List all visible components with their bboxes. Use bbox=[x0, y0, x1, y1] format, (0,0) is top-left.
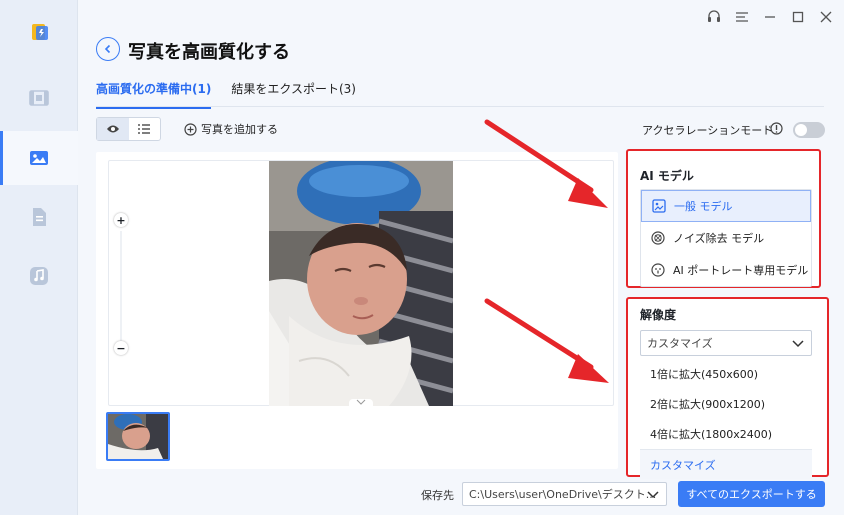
resolution-select[interactable]: カスタマイズ bbox=[640, 330, 812, 356]
tab-divider bbox=[96, 106, 824, 107]
collapse-thumbnails-handle[interactable] bbox=[349, 399, 373, 407]
zoom-out-button[interactable]: − bbox=[114, 341, 128, 355]
save-location-select[interactable]: C:\Users\user\OneDrive\デスクト... bbox=[462, 482, 667, 506]
ai-model-panel: AI モデル 一般 モデル ノイズ除去 モデル AI ポートレート専用モデル bbox=[626, 149, 821, 288]
save-path-value: C:\Users\user\OneDrive\デスクト... bbox=[469, 488, 657, 501]
chevron-down-icon bbox=[647, 491, 659, 499]
chevron-down-icon bbox=[356, 399, 366, 405]
ai-model-title: AI モデル bbox=[640, 169, 694, 183]
app-logo-icon bbox=[30, 22, 50, 42]
zoom-in-button[interactable]: + bbox=[114, 213, 128, 227]
headset-icon[interactable] bbox=[706, 9, 722, 25]
resolution-option-1x[interactable]: 1倍に拡大(450x600) bbox=[640, 359, 812, 389]
model-label: AI ポートレート専用モデル bbox=[673, 264, 809, 277]
model-label: 一般 モデル bbox=[674, 200, 733, 213]
close-icon[interactable] bbox=[818, 9, 834, 25]
list-icon bbox=[138, 124, 151, 134]
preview-view-button[interactable] bbox=[97, 118, 129, 140]
acceleration-mode-label: アクセラレーションモード bbox=[642, 124, 774, 137]
sidebar bbox=[0, 0, 78, 515]
maximize-icon[interactable] bbox=[790, 9, 806, 25]
view-toggle bbox=[96, 117, 161, 141]
tab-preparing[interactable]: 高画質化の準備中(1) bbox=[96, 80, 212, 109]
preview-panel: + − bbox=[96, 152, 618, 469]
resolution-options: 1倍に拡大(450x600) 2倍に拡大(900x1200) 4倍に拡大(180… bbox=[640, 359, 812, 479]
back-button[interactable] bbox=[96, 37, 120, 61]
chevron-down-icon bbox=[792, 340, 804, 348]
sidebar-item-video[interactable] bbox=[0, 71, 78, 125]
sidebar-item-audio[interactable] bbox=[0, 249, 78, 303]
document-icon bbox=[33, 208, 46, 226]
add-photo-label: 写真を追加する bbox=[201, 123, 278, 136]
image-icon bbox=[652, 199, 666, 213]
acceleration-mode-toggle[interactable] bbox=[793, 122, 825, 138]
page-title: 写真を高画質化する bbox=[128, 42, 290, 63]
resolution-option-4x[interactable]: 4倍に拡大(1800x2400) bbox=[640, 419, 812, 449]
zoom-slider[interactable] bbox=[120, 231, 122, 341]
photo-thumbnail[interactable] bbox=[106, 412, 170, 461]
film-icon bbox=[29, 90, 49, 106]
model-option-denoise[interactable]: ノイズ除去 モデル bbox=[641, 222, 811, 254]
sidebar-item-photo[interactable] bbox=[0, 131, 78, 185]
main-area: 写真を高画質化する 高画質化の準備中(1) 結果をエクスポート(3) 写真を追加… bbox=[78, 0, 844, 515]
resolution-selected-value: カスタマイズ bbox=[647, 337, 713, 350]
menu-icon[interactable] bbox=[734, 9, 750, 25]
window-controls bbox=[706, 9, 834, 25]
model-label: ノイズ除去 モデル bbox=[673, 232, 765, 245]
preview-canvas: + − bbox=[108, 160, 614, 407]
info-icon[interactable] bbox=[770, 122, 783, 138]
resolution-option-2x[interactable]: 2倍に拡大(900x1200) bbox=[640, 389, 812, 419]
chevron-left-icon bbox=[104, 44, 111, 54]
save-location-label: 保存先 bbox=[421, 489, 454, 502]
photo-icon bbox=[30, 151, 48, 165]
list-view-button[interactable] bbox=[129, 118, 161, 140]
model-option-portrait[interactable]: AI ポートレート専用モデル bbox=[641, 254, 811, 286]
music-icon bbox=[30, 267, 48, 285]
portrait-icon bbox=[651, 263, 665, 277]
noise-icon bbox=[651, 231, 665, 245]
plus-circle-icon bbox=[184, 122, 197, 136]
ai-model-list: 一般 モデル ノイズ除去 モデル AI ポートレート専用モデル bbox=[640, 189, 812, 287]
model-option-general[interactable]: 一般 モデル bbox=[641, 190, 811, 222]
tab-export-results[interactable]: 結果をエクスポート(3) bbox=[231, 80, 356, 109]
resolution-option-custom[interactable]: カスタマイズ bbox=[640, 449, 812, 479]
export-all-button[interactable]: すべてのエクスポートする bbox=[678, 481, 825, 507]
baby-photo bbox=[269, 161, 453, 406]
sidebar-item-document[interactable] bbox=[0, 190, 78, 244]
minimize-icon[interactable] bbox=[762, 9, 778, 25]
resolution-title: 解像度 bbox=[640, 308, 677, 322]
add-photo-button[interactable]: 写真を追加する bbox=[184, 121, 278, 137]
eye-icon bbox=[106, 125, 119, 133]
resolution-panel: 解像度 カスタマイズ 1倍に拡大(450x600) 2倍に拡大(900x1200… bbox=[626, 297, 829, 479]
tab-bar: 高画質化の準備中(1) 結果をエクスポート(3) bbox=[96, 80, 356, 109]
